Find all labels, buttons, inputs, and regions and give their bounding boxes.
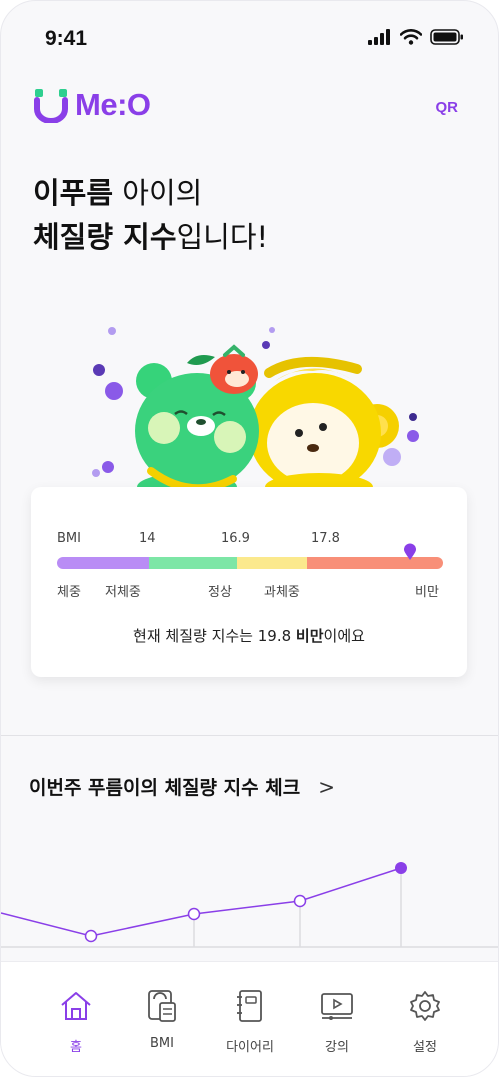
signal-icon <box>368 29 390 45</box>
bmi-marker-icon <box>404 543 416 560</box>
bmi-card: BMI 14 16.9 17.8 체중 저체중 정상 과체중 비만 현재 체질량… <box>31 487 467 677</box>
gear-icon <box>410 991 440 1021</box>
tick-label: 14 <box>139 531 156 546</box>
nav-item-bmi[interactable]: BMI <box>122 986 202 1051</box>
diary-icon <box>237 990 262 1022</box>
weekly-trend-chart <box>1 862 498 948</box>
nav-item-home[interactable]: 홈 <box>36 986 116 1055</box>
title-line1-rest: 아이의 <box>113 176 203 210</box>
status-bar: 9:41 <box>1 1 498 71</box>
monkey-character <box>249 356 399 501</box>
nav-item-diary[interactable]: 다이어리 <box>210 986 290 1055</box>
trend-line <box>1 867 402 937</box>
title-metric: 체질량 지수 <box>33 220 177 254</box>
page-title: 이푸름 아이의 체질량 지수입니다! <box>33 171 268 259</box>
battery-icon <box>430 29 463 45</box>
nav-item-settings[interactable]: 설정 <box>385 986 465 1055</box>
tick-label: 17.8 <box>311 531 340 546</box>
category-label: 체중 <box>57 585 81 600</box>
summary-category: 비만 <box>295 627 324 645</box>
weekly-check-link[interactable]: 이번주 푸름이의 체질량 지수 체크 > <box>29 773 335 800</box>
trend-point <box>84 929 98 943</box>
category-label: 과체중 <box>264 585 300 600</box>
tick-label: BMI <box>57 531 81 546</box>
tick-label: 16.9 <box>221 531 250 546</box>
category-label: 정상 <box>208 585 232 600</box>
trend-point-current <box>395 862 407 874</box>
bmi-summary: 현재 체질량 지수는 19.8 비만이에요 <box>31 625 467 646</box>
weekly-title: 이번주 푸름이의 체질량 지수 체크 <box>29 777 301 799</box>
bmi-range-bar <box>57 557 443 569</box>
wifi-icon <box>400 29 422 45</box>
chevron-right-icon: > <box>318 774 335 799</box>
summary-prefix: 현재 체질량 지수는 19.8 <box>133 627 296 645</box>
qr-button[interactable]: QR <box>436 99 459 116</box>
nav-label: 홈 <box>70 1040 82 1055</box>
home-icon <box>61 992 91 1020</box>
brand-name: Me:O <box>75 87 151 122</box>
range-segment <box>57 557 149 569</box>
scale-icon <box>148 990 176 1022</box>
trend-point <box>187 907 201 921</box>
section-divider <box>1 735 498 736</box>
bottom-nav: 홈 BMI 다이어리 강의 설정 <box>1 961 498 1076</box>
nav-label: 강의 <box>325 1040 349 1055</box>
system-icons <box>368 29 464 45</box>
child-name: 이푸름 <box>33 176 114 210</box>
range-segment <box>307 557 443 569</box>
nav-item-lecture[interactable]: 강의 <box>297 986 377 1055</box>
status-time: 9:41 <box>45 27 88 50</box>
meo-logo-icon <box>34 89 68 123</box>
range-segment <box>237 557 307 569</box>
category-label: 비만 <box>415 585 439 600</box>
category-label: 저체중 <box>105 585 141 600</box>
nav-label: 다이어리 <box>226 1040 274 1055</box>
brand-logo[interactable]: Me:O <box>33 87 151 123</box>
lecture-icon <box>321 993 353 1020</box>
trend-point <box>293 894 307 908</box>
nav-label: 설정 <box>413 1040 437 1055</box>
summary-suffix: 이에요 <box>323 627 365 645</box>
strawberry-character <box>210 344 258 394</box>
phone-screen: 9:41 Me:O QR 이푸름 아이의 체질량 지수입니다! BMI 14 1… <box>0 0 499 1077</box>
title-line2-rest: 입니다! <box>176 220 269 254</box>
range-segment <box>149 557 237 569</box>
nav-label: BMI <box>150 1036 174 1051</box>
